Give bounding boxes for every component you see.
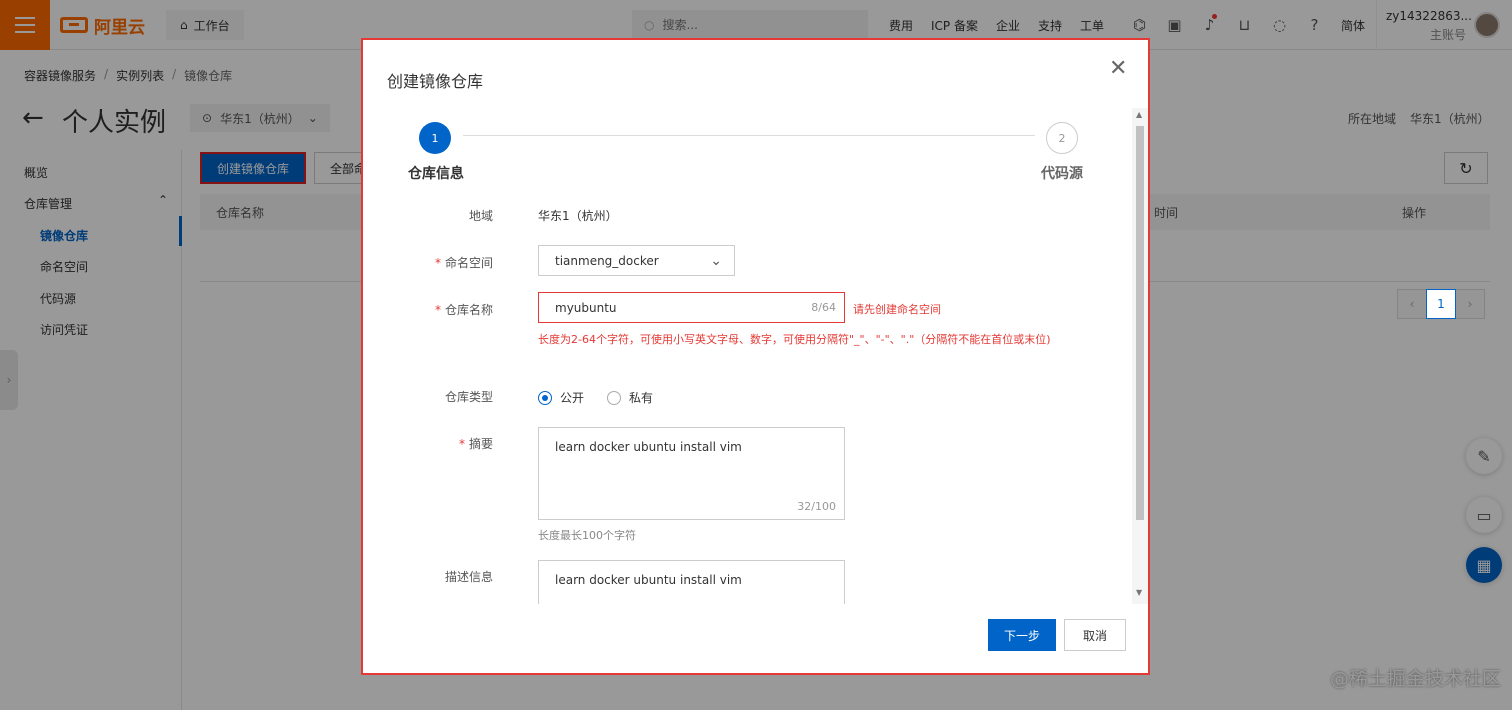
scroll-up-icon[interactable]: ▲ — [1136, 110, 1142, 119]
dialog-footer: 下一步 取消 — [363, 604, 1148, 673]
scrollbar[interactable]: ▲ ▼ — [1132, 108, 1148, 604]
description-label: 描述信息 — [444, 570, 493, 584]
step-1-indicator: 1 — [419, 122, 451, 154]
namespace-label: * 命名空间 — [434, 256, 493, 270]
chevron-down-icon: ⌄ — [710, 252, 722, 269]
region-value: 华东1（杭州） — [538, 209, 618, 223]
radio-public[interactable]: 公开 — [538, 389, 584, 406]
page-number[interactable]: 1 — [1426, 289, 1456, 319]
summary-label: * 摘要 — [458, 437, 493, 451]
char-counter: 32/100 — [797, 500, 836, 513]
next-step-button[interactable]: 下一步 — [988, 619, 1056, 651]
cancel-button[interactable]: 取消 — [1064, 619, 1126, 651]
repo-name-help: 长度为2-64个字符，可使用小写英文字母、数字，可使用分隔符"_"、"-"、".… — [538, 333, 1051, 346]
region-label: 地域 — [468, 209, 493, 223]
summary-hint: 长度最长100个字符 — [538, 529, 636, 542]
description-textarea[interactable]: learn docker ubuntu install vim — [538, 560, 845, 604]
scrollbar-thumb[interactable] — [1136, 126, 1144, 520]
scroll-down-icon[interactable]: ▼ — [1136, 588, 1142, 597]
dialog-body: 1 2 仓库信息 代码源 地域 华东1（杭州） * 命名空间 tianmeng_d… — [363, 108, 1148, 604]
radio-private[interactable]: 私有 — [607, 389, 653, 406]
step-2-label: 代码源 — [1041, 166, 1083, 182]
namespace-error: 请先创建命名空间 — [853, 303, 941, 316]
create-repo-dialog: 创建镜像仓库 ✕ 1 2 仓库信息 代码源 地域 华东1（杭州） * 命名空间 t… — [361, 38, 1150, 675]
namespace-select[interactable]: tianmeng_docker ⌄ — [538, 245, 735, 276]
step-connector — [463, 135, 1035, 136]
summary-textarea[interactable]: learn docker ubuntu install vim 32/100 — [538, 427, 845, 520]
repo-type-label: 仓库类型 — [444, 390, 493, 404]
radio-checked-icon — [538, 390, 552, 405]
dialog-title: 创建镜像仓库 — [387, 72, 484, 91]
repo-name-label: * 仓库名称 — [434, 303, 493, 317]
char-counter: 8/64 — [811, 301, 836, 314]
repo-name-input[interactable]: myubuntu 8/64 — [538, 292, 845, 323]
step-2-indicator: 2 — [1046, 122, 1078, 154]
radio-unchecked-icon — [607, 390, 621, 405]
close-icon[interactable]: ✕ — [1109, 58, 1127, 80]
step-1-label: 仓库信息 — [408, 166, 464, 182]
